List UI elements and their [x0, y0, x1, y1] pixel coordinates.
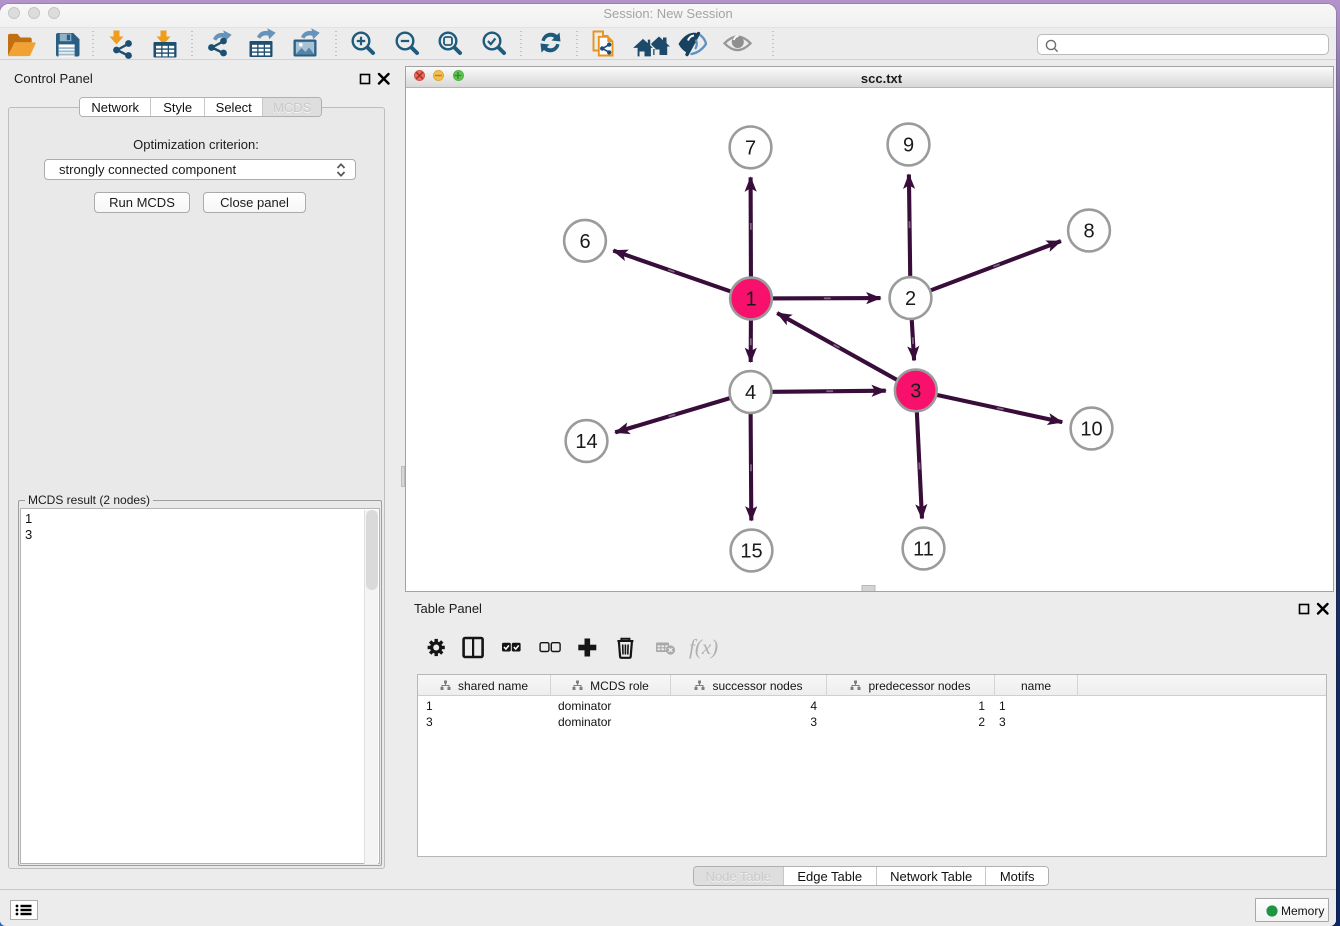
svg-text:8: 8 [1083, 221, 1094, 243]
svg-text:15: 15 [740, 541, 762, 563]
svg-text:f(x): f(x) [689, 635, 718, 659]
svg-text:4: 4 [745, 382, 756, 404]
svg-text:3: 3 [910, 380, 921, 402]
svg-text:10: 10 [1080, 419, 1102, 441]
svg-text:7: 7 [745, 137, 756, 159]
svg-text:11: 11 [913, 539, 934, 561]
svg-text:2: 2 [905, 288, 916, 310]
svg-text:9: 9 [903, 135, 914, 157]
svg-text:14: 14 [575, 431, 597, 453]
svg-text:1: 1 [745, 289, 756, 311]
svg-text:6: 6 [579, 231, 590, 253]
